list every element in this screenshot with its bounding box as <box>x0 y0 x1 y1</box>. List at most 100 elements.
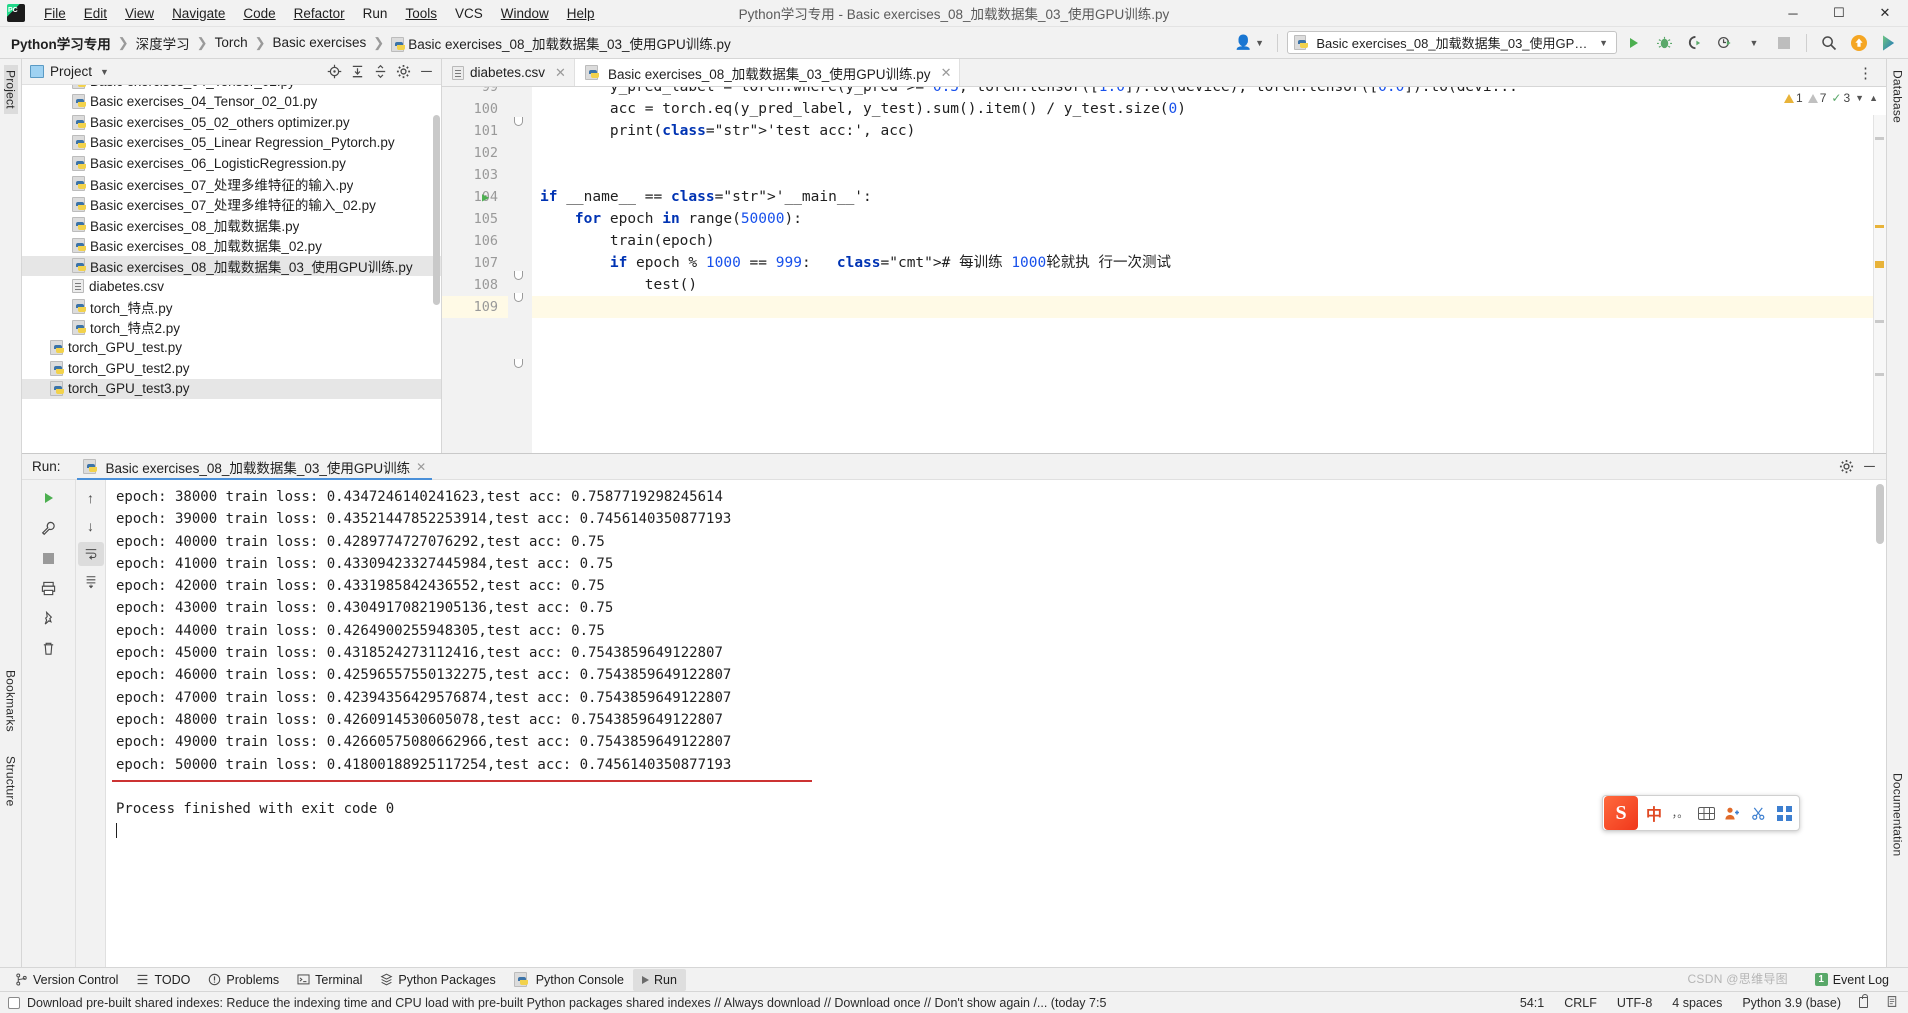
tree-item[interactable]: Basic exercises_07_处理多维特征的输入.py <box>22 174 441 195</box>
strip-database-button[interactable]: Database <box>1891 65 1905 128</box>
run-tab[interactable]: Basic exercises_08_加载数据集_03_使用GPU训练 ✕ <box>75 454 435 480</box>
profile-button[interactable] <box>1711 31 1737 55</box>
update-project-icon[interactable] <box>1846 31 1872 55</box>
trash-icon[interactable] <box>36 636 62 660</box>
tree-item[interactable]: Basic exercises_05_Linear Regression_Pyt… <box>22 133 441 154</box>
menu-navigate[interactable]: Navigate <box>163 3 234 24</box>
strip-structure-button[interactable]: Structure <box>4 751 18 812</box>
stop-button[interactable] <box>36 546 62 570</box>
inspection-widget[interactable]: 1 7 ✓ 3 ▼ ▲ <box>1784 91 1878 105</box>
line-number[interactable]: 107 <box>442 252 508 274</box>
line-number[interactable]: 108 <box>442 274 508 296</box>
tool-button-terminal[interactable]: Terminal <box>288 969 371 991</box>
tool-button-version-control[interactable]: Version Control <box>6 969 127 991</box>
console-output[interactable]: epoch: 38000 train loss: 0.4347246140241… <box>106 480 1886 967</box>
line-separator[interactable]: CRLF <box>1562 996 1599 1010</box>
tool-button-todo[interactable]: TODO <box>127 969 199 991</box>
inspector-icon[interactable] <box>1884 995 1900 1011</box>
rerun-button[interactable] <box>36 486 62 510</box>
menu-refactor[interactable]: Refactor <box>285 3 354 24</box>
code-line[interactable]: y_pred_label = torch.where(y_pred >= 0.5… <box>532 87 1886 98</box>
menu-tools[interactable]: Tools <box>396 3 446 24</box>
line-number[interactable]: 105 <box>442 208 508 230</box>
ime-toolbar[interactable]: S 中 ，。 <box>1602 795 1800 831</box>
chevron-down-icon[interactable]: ▼ <box>1855 93 1864 103</box>
debug-button[interactable] <box>1651 31 1677 55</box>
menu-edit[interactable]: Edit <box>75 3 116 24</box>
tree-item[interactable]: Basic exercises_08_加载数据集_02.py <box>22 235 441 256</box>
chevron-up-icon[interactable]: ▲ <box>1869 93 1878 103</box>
tree-item[interactable]: torch_特点2.py <box>22 317 441 338</box>
code-editor[interactable]: 99 100 101 102 103 104 ▶ 105 106 107 108 109 y_pred… <box>442 87 1886 453</box>
editor-tab-active-py[interactable]: Basic exercises_08_加载数据集_03_使用GPU训练.py ✕ <box>574 59 961 86</box>
tool-button-python-console[interactable]: Python Console <box>505 969 633 991</box>
tree-item[interactable]: Basic exercises_07_处理多维特征的输入_02.py <box>22 194 441 215</box>
ok-badge[interactable]: ✓ 3 <box>1831 91 1850 105</box>
user-switch-icon[interactable] <box>1719 798 1745 828</box>
pin-icon[interactable] <box>36 606 62 630</box>
tree-item[interactable]: diabetes.csv <box>22 276 441 297</box>
line-number[interactable]: 109 <box>442 296 508 318</box>
collapse-all-icon[interactable] <box>370 62 391 82</box>
lock-icon[interactable] <box>1859 994 1868 1008</box>
fold-marker-icon[interactable] <box>514 293 523 302</box>
tree-item[interactable]: torch_GPU_test.py <box>22 338 441 359</box>
scroll-up-icon[interactable]: ↑ <box>78 486 104 510</box>
editor-marker-strip[interactable] <box>1873 115 1886 453</box>
stop-button[interactable] <box>1771 31 1797 55</box>
scissors-icon[interactable] <box>1745 798 1771 828</box>
file-encoding[interactable]: UTF-8 <box>1615 996 1654 1010</box>
code-line[interactable] <box>532 164 1886 186</box>
code-fold-column[interactable] <box>508 87 563 453</box>
menu-run[interactable]: Run <box>354 3 397 24</box>
soft-wrap-icon[interactable] <box>77 542 104 566</box>
minimize-button[interactable]: ─ <box>1770 0 1816 27</box>
tree-item[interactable]: Basic exercises_06_LogisticRegression.py <box>22 153 441 174</box>
maximize-button[interactable]: ☐ <box>1816 0 1862 27</box>
ime-punctuation-button[interactable]: ，。 <box>1667 798 1693 828</box>
code-line[interactable]: print(class="str">'test acc:', acc) <box>532 120 1886 142</box>
tree-item[interactable]: torch_GPU_test2.py <box>22 358 441 379</box>
tree-item[interactable]: torch_特点.py <box>22 297 441 318</box>
menu-file[interactable]: File <box>35 3 75 24</box>
breadcrumb-item-4[interactable]: Basic exercises_08_加载数据集_03_使用GPU训练.py <box>386 31 736 55</box>
close-tab-icon[interactable]: ✕ <box>555 65 566 81</box>
run-with-coverage-button[interactable] <box>1681 31 1707 55</box>
close-tab-icon[interactable]: ✕ <box>941 65 952 81</box>
line-number[interactable]: 106 <box>442 230 508 252</box>
expand-all-icon[interactable] <box>347 62 368 82</box>
menu-vcs[interactable]: VCS <box>446 3 492 24</box>
tool-button-python-packages[interactable]: Python Packages <box>371 969 504 991</box>
project-file-tree[interactable]: Basic exercises_04_Tensor_02.py Basic exe… <box>22 85 441 453</box>
caret-position[interactable]: 54:1 <box>1518 996 1546 1010</box>
indent-setting[interactable]: 4 spaces <box>1670 996 1724 1010</box>
menu-window[interactable]: Window <box>492 3 558 24</box>
ai-assistant-icon[interactable] <box>1876 31 1902 55</box>
gear-icon[interactable] <box>393 62 414 82</box>
close-button[interactable]: ✕ <box>1862 0 1908 27</box>
warning-badge[interactable]: 1 <box>1784 91 1803 105</box>
tree-item[interactable]: torch_GPU_test3.py <box>22 378 441 399</box>
code-line[interactable]: train(epoch) <box>532 230 1886 252</box>
hide-pane-icon[interactable]: ─ <box>416 62 437 82</box>
more-options-icon[interactable]: ⋮ <box>1852 64 1880 82</box>
close-run-tab-icon[interactable]: ✕ <box>416 460 426 474</box>
code-line[interactable]: if epoch % 1000 == 999: class="cmt"># 每训… <box>532 252 1886 274</box>
keyboard-icon[interactable] <box>1693 798 1719 828</box>
run-button[interactable] <box>1621 31 1647 55</box>
locate-file-icon[interactable] <box>324 62 345 82</box>
line-number[interactable]: 103 <box>442 164 508 186</box>
code-line[interactable]: acc = torch.eq(y_pred_label, y_test).sum… <box>532 98 1886 120</box>
console-scrollbar[interactable] <box>1876 484 1884 544</box>
tool-button-problems[interactable]: Problems <box>199 969 288 991</box>
fold-marker-icon[interactable] <box>514 271 523 280</box>
ime-language-mode-button[interactable]: 中 <box>1641 798 1667 828</box>
menu-view[interactable]: View <box>116 3 163 24</box>
tree-item[interactable]: Basic exercises_04_Tensor_02_01.py <box>22 92 441 113</box>
code-line[interactable] <box>532 296 1886 318</box>
project-tree-scrollbar[interactable] <box>433 115 440 305</box>
breadcrumb-item-0[interactable]: Python学习专用 <box>6 31 116 55</box>
event-log-button[interactable]: 1 Event Log <box>1806 969 1898 991</box>
scroll-down-icon[interactable]: ↓ <box>78 514 104 538</box>
chevron-down-icon[interactable]: ▼ <box>100 67 109 77</box>
